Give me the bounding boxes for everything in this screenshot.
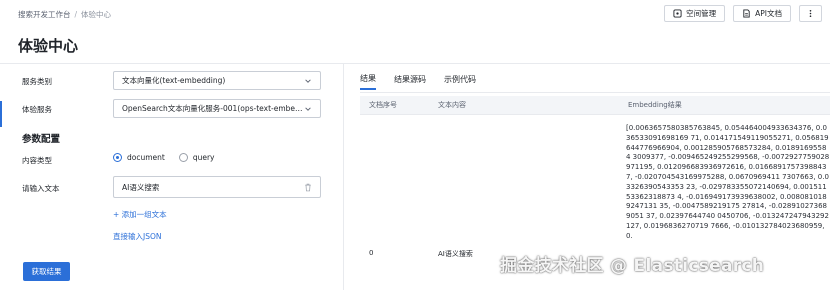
column-header-embedding: Embedding结果 xyxy=(628,101,682,109)
content-type-radio-group: document query xyxy=(113,153,215,162)
input-text-value: AI语义搜索 xyxy=(122,182,160,192)
tab-result[interactable]: 结果 xyxy=(360,73,376,90)
table-cell-index: 0 xyxy=(369,249,374,257)
table-cell-embedding: [0.0063657580385763845, 0.05446400493363… xyxy=(626,124,830,240)
breadcrumb-separator: / xyxy=(74,9,78,19)
more-button[interactable] xyxy=(799,5,822,22)
params-section-title: 参数配置 xyxy=(22,134,61,145)
experience-service-value: OpenSearch文本向量化服务-001(ops-text-embeddin.… xyxy=(122,104,304,113)
radio-label: document xyxy=(127,153,165,162)
trash-icon[interactable] xyxy=(304,183,312,192)
api-docs-label: API文档 xyxy=(755,9,782,18)
column-header-text: 文本内容 xyxy=(438,101,466,109)
tab-sample-code[interactable]: 示例代码 xyxy=(444,74,476,89)
header-divider xyxy=(0,63,830,64)
breadcrumb-current: 体验中心 xyxy=(81,9,112,19)
document-icon xyxy=(743,9,750,18)
panel-divider xyxy=(343,64,344,290)
content-type-option-query[interactable]: query xyxy=(178,153,215,162)
tabs-divider xyxy=(360,92,830,93)
experience-service-label: 体验服务 xyxy=(22,105,52,114)
service-type-label: 服务类别 xyxy=(22,77,52,86)
service-type-value: 文本向量化(text-embedding) xyxy=(122,76,226,85)
radio-unselected-icon xyxy=(178,153,188,162)
chevron-down-icon xyxy=(305,78,311,83)
table-cell-text: AI语义搜索 xyxy=(438,250,473,258)
json-input-link[interactable]: 直接输入JSON xyxy=(113,231,162,242)
service-type-select[interactable]: 文本向量化(text-embedding) xyxy=(113,71,321,90)
page-title: 体验中心 xyxy=(18,37,79,55)
content-type-option-document[interactable]: document xyxy=(113,153,165,162)
experience-service-select[interactable]: OpenSearch文本向量化服务-001(ops-text-embeddin.… xyxy=(113,99,321,118)
top-actions: 空间管理 API文档 xyxy=(664,5,822,22)
active-indicator xyxy=(0,101,2,127)
watermark: 掘金技术社区 @ Elasticsearch xyxy=(500,256,765,276)
input-text-field[interactable]: AI语义搜索 xyxy=(113,176,321,198)
breadcrumb: 搜索开发工作台 / 体验中心 xyxy=(18,9,111,20)
input-text-label: 请输入文本 xyxy=(22,184,60,193)
space-management-button[interactable]: 空间管理 xyxy=(664,5,726,22)
breadcrumb-parent[interactable]: 搜索开发工作台 xyxy=(18,9,71,20)
tab-result-source[interactable]: 结果源码 xyxy=(394,74,426,89)
chevron-down-icon xyxy=(305,106,311,111)
result-tabs: 结果 结果源码 示例代码 xyxy=(360,70,476,92)
space-icon xyxy=(673,9,682,18)
radio-selected-icon xyxy=(113,153,122,162)
header-row-divider xyxy=(360,114,830,115)
table-header: 文档序号 文本内容 Embedding结果 xyxy=(360,96,830,114)
add-text-group-link[interactable]: + 添加一组文本 xyxy=(113,209,167,220)
api-docs-button[interactable]: API文档 xyxy=(733,5,791,22)
radio-label: query xyxy=(192,153,215,162)
more-icon xyxy=(809,9,812,18)
content-type-label: 内容类型 xyxy=(22,156,52,165)
get-result-button[interactable]: 获取结果 xyxy=(23,262,70,281)
space-management-label: 空间管理 xyxy=(686,9,717,18)
column-header-index: 文档序号 xyxy=(369,101,397,109)
